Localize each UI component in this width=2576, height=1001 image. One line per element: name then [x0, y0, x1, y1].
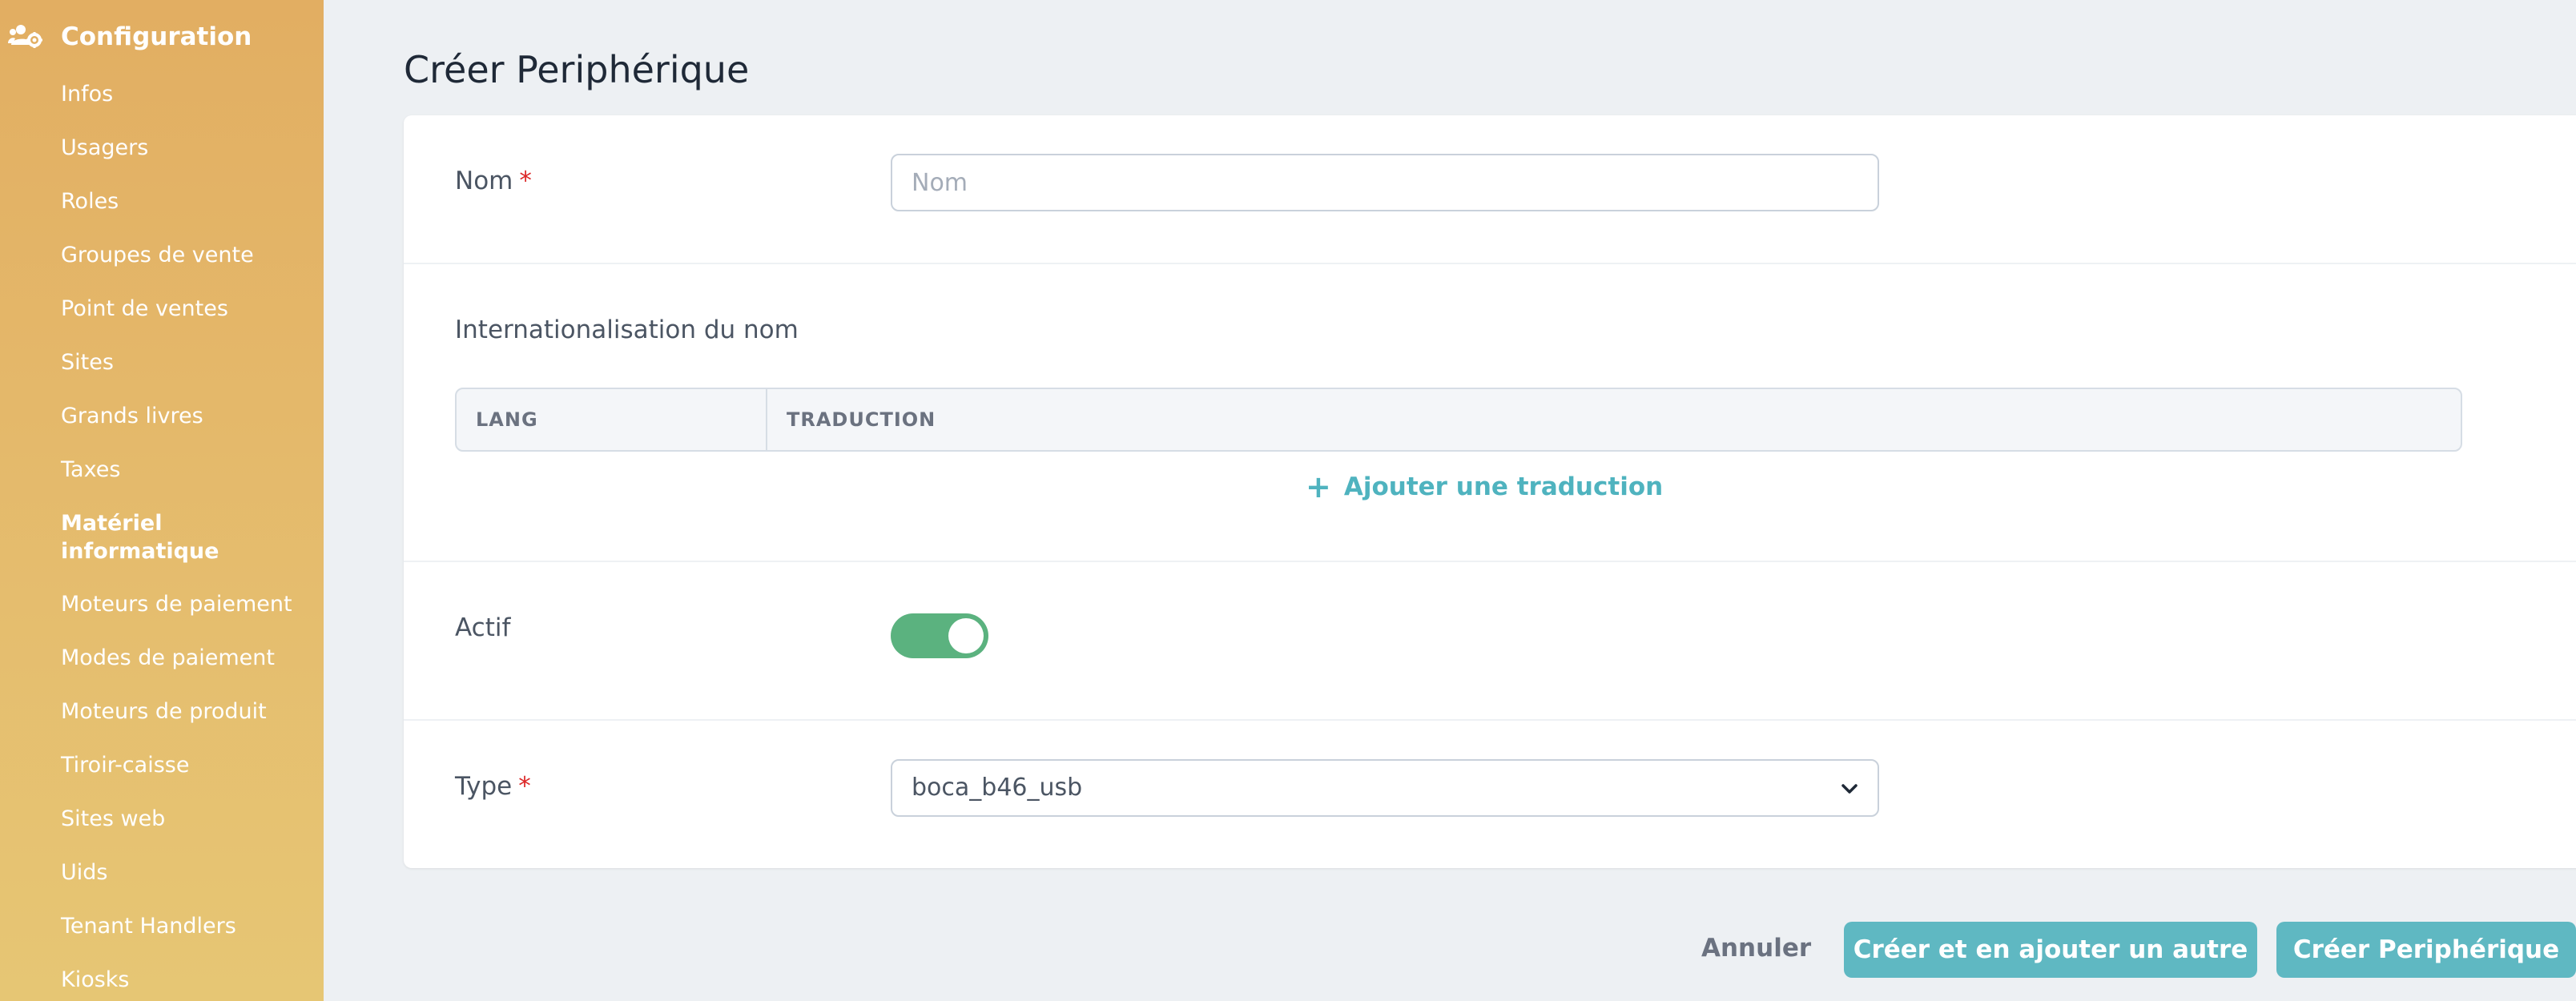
- type-label: Type *: [455, 772, 531, 801]
- translation-table: LANG TRADUCTION: [455, 388, 2462, 452]
- column-header-traduction: TRADUCTION: [787, 408, 936, 431]
- i18n-label: Internationalisation du nom: [455, 316, 799, 344]
- sidebar-item-materiel-informatique[interactable]: Matériel informatique: [61, 509, 219, 565]
- name-input[interactable]: [891, 154, 1879, 211]
- sidebar-header[interactable]: Configuration: [8, 21, 252, 53]
- sidebar: Configuration Infos Usagers Roles Groupe…: [0, 0, 324, 1001]
- divider: [404, 263, 2576, 264]
- type-select[interactable]: boca_b46_usb: [891, 759, 1879, 817]
- sidebar-item-tiroir-caisse[interactable]: Tiroir-caisse: [61, 751, 189, 780]
- column-header-lang: LANG: [476, 408, 538, 431]
- sidebar-item-point-de-ventes[interactable]: Point de ventes: [61, 295, 228, 324]
- sidebar-item-tenant-handlers[interactable]: Tenant Handlers: [61, 912, 236, 941]
- sidebar-title: Configuration: [61, 22, 252, 51]
- sidebar-item-usagers[interactable]: Usagers: [61, 134, 148, 163]
- page-title: Créer Periphérique: [404, 48, 750, 91]
- users-cog-icon: [8, 22, 43, 51]
- form-card: Nom* Internationalisation du nom LANG TR…: [404, 115, 2576, 868]
- toggle-knob: [948, 618, 984, 653]
- chevron-down-icon: [1841, 784, 1858, 794]
- divider: [404, 561, 2576, 562]
- sidebar-item-label-line1: Matériel: [61, 511, 163, 536]
- sidebar-item-moteurs-de-produit[interactable]: Moteurs de produit: [61, 697, 267, 726]
- active-toggle[interactable]: [891, 613, 988, 658]
- sidebar-item-roles[interactable]: Roles: [61, 187, 119, 216]
- sidebar-item-infos[interactable]: Infos: [61, 80, 113, 109]
- sidebar-item-kiosks[interactable]: Kiosks: [61, 966, 130, 995]
- sidebar-item-groupes-de-vente[interactable]: Groupes de vente: [61, 241, 254, 270]
- create-peripheral-button[interactable]: Créer Periphérique: [2276, 922, 2576, 978]
- add-translation-button[interactable]: + Ajouter une traduction: [1306, 471, 1663, 503]
- divider: [404, 719, 2576, 721]
- name-label-text: Nom: [455, 167, 513, 195]
- required-mark: *: [519, 167, 532, 195]
- sidebar-item-label-line2: informatique: [61, 539, 219, 564]
- create-and-add-another-button[interactable]: Créer et en ajouter un autre: [1844, 922, 2257, 978]
- sidebar-item-modes-de-paiement[interactable]: Modes de paiement: [61, 644, 275, 673]
- sidebar-item-sites-web[interactable]: Sites web: [61, 805, 165, 834]
- sidebar-item-uids[interactable]: Uids: [61, 858, 107, 887]
- type-select-value: boca_b46_usb: [912, 774, 1083, 802]
- active-label: Actif: [455, 613, 511, 642]
- sidebar-item-moteurs-de-paiement[interactable]: Moteurs de paiement: [61, 590, 292, 619]
- sidebar-item-sites[interactable]: Sites: [61, 348, 114, 377]
- add-translation-label: Ajouter une traduction: [1343, 472, 1664, 501]
- column-divider: [766, 389, 767, 450]
- sidebar-item-taxes[interactable]: Taxes: [61, 456, 120, 484]
- name-label: Nom *: [455, 167, 532, 195]
- type-label-text: Type: [455, 772, 513, 801]
- cancel-button[interactable]: Annuler: [1701, 934, 1811, 966]
- plus-icon: +: [1306, 469, 1331, 505]
- sidebar-item-grands-livres[interactable]: Grands livres: [61, 402, 203, 431]
- required-mark: *: [518, 772, 531, 801]
